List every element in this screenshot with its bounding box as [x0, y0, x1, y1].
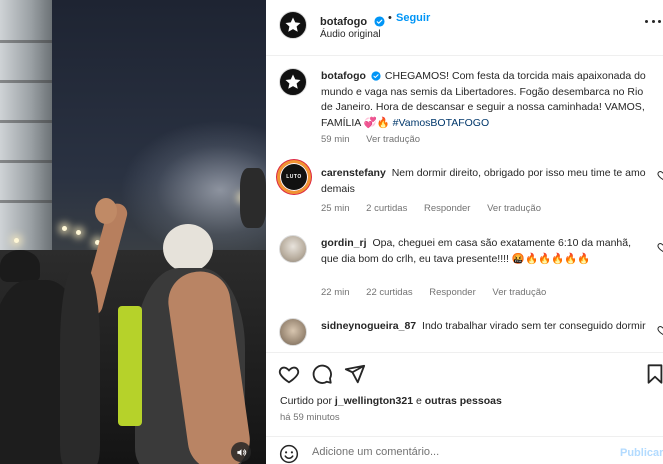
comment-translate[interactable]: Ver tradução — [492, 287, 546, 298]
post-video[interactable] — [0, 0, 266, 464]
comment-body: Indo trabalhar virado sem ter conseguido… — [422, 320, 646, 332]
caption-translate[interactable]: Ver tradução — [366, 134, 420, 145]
botafogo-star-logo — [285, 74, 301, 89]
floodlight — [76, 230, 81, 235]
liked-mid: e — [415, 395, 422, 407]
person — [60, 265, 100, 464]
caption-time: 59 min — [321, 134, 350, 145]
publish-button[interactable]: Publicar — [620, 447, 663, 459]
comment-likes[interactable]: 22 curtidas — [366, 287, 412, 298]
follow-button[interactable]: Seguir — [396, 12, 430, 24]
comment-avatar[interactable] — [279, 318, 307, 346]
liked-user[interactable]: j_wellington321 — [335, 395, 413, 407]
comment-like-heart-icon[interactable] — [657, 324, 663, 336]
sound-button[interactable] — [231, 442, 251, 462]
verified-badge-icon — [371, 71, 381, 81]
comment-avatar[interactable] — [279, 235, 307, 263]
comment-meta: 22 min 22 curtidas Responder Ver traduçã… — [321, 287, 560, 298]
comment-body: Opa, cheguei em casa são exatamente 6:10… — [321, 237, 632, 265]
comment-like-heart-icon[interactable] — [657, 169, 663, 181]
liked-others[interactable]: outras pessoas — [425, 395, 502, 407]
action-bar — [266, 352, 663, 392]
airport-building — [0, 0, 52, 260]
comment-text: carenstefany Nem dormir direito, obrigad… — [321, 166, 651, 197]
post-time[interactable]: há 59 minutos — [280, 412, 340, 423]
caption-hashtag[interactable]: #VamosBOTAFOGO — [393, 117, 489, 129]
caption-username[interactable]: botafogo — [321, 70, 366, 82]
comment-likes[interactable]: 2 curtidas — [366, 203, 407, 214]
person-blond-head — [163, 224, 213, 272]
liked-by: Curtido por j_wellington321 e outras pes… — [280, 395, 502, 407]
add-comment-bar: Publicar — [266, 436, 663, 464]
bookmark-icon[interactable] — [644, 363, 663, 385]
person-yellow-vest — [118, 306, 142, 426]
comment-meta: 25 min 2 curtidas Responder Ver tradução — [321, 203, 555, 214]
comments-area[interactable]: botafogo CHEGAMOS! Com festa da torcida m… — [266, 57, 663, 352]
more-options-icon[interactable] — [645, 14, 661, 28]
heart-icon[interactable] — [278, 363, 300, 385]
phone-holder — [240, 168, 266, 228]
comment-input[interactable] — [312, 446, 602, 458]
comment-like-heart-icon[interactable] — [657, 241, 663, 253]
speaker-icon — [236, 448, 246, 456]
post-details-panel: botafogo • Seguir Áudio original botafog… — [266, 0, 663, 464]
botafogo-star-logo — [285, 17, 301, 32]
liked-prefix: Curtido por — [280, 395, 332, 407]
comment-username[interactable]: gordin_rj — [321, 237, 367, 249]
comment-time: 25 min — [321, 203, 350, 214]
comment-username[interactable]: carenstefany — [321, 167, 386, 179]
paper-plane-icon[interactable] — [344, 363, 366, 385]
comment-time: 22 min — [321, 287, 350, 298]
author-line: botafogo — [320, 12, 385, 30]
audio-link[interactable]: Áudio original — [320, 29, 381, 40]
post-header: botafogo • Seguir Áudio original — [266, 0, 663, 56]
comment-icon[interactable] — [311, 363, 333, 385]
caption-text: botafogo CHEGAMOS! Com festa da torcida m… — [321, 69, 651, 131]
comment-translate[interactable]: Ver tradução — [487, 203, 541, 214]
comment-username[interactable]: sidneynogueira_87 — [321, 320, 416, 332]
author-avatar[interactable] — [279, 11, 307, 39]
floodlight — [14, 238, 19, 243]
floodlight — [62, 226, 67, 231]
comment-reply[interactable]: Responder — [424, 203, 470, 214]
caption-meta: 59 min Ver tradução — [321, 134, 434, 145]
smiley-icon[interactable] — [279, 444, 299, 464]
comment-text: gordin_rj Opa, cheguei em casa são exata… — [321, 236, 651, 267]
comment-text: sidneynogueira_87 Indo trabalhar virado … — [321, 319, 651, 335]
comment-reply[interactable]: Responder — [429, 287, 475, 298]
separator-dot: • — [388, 12, 392, 24]
raised-fist — [95, 198, 117, 224]
person-cap — [0, 250, 40, 282]
author-username[interactable]: botafogo — [320, 16, 367, 28]
comment-avatar[interactable]: LUTO — [279, 162, 309, 192]
verified-badge-icon — [373, 16, 385, 27]
caption-avatar[interactable] — [279, 68, 307, 96]
avatar-luto-label: LUTO — [286, 174, 302, 180]
